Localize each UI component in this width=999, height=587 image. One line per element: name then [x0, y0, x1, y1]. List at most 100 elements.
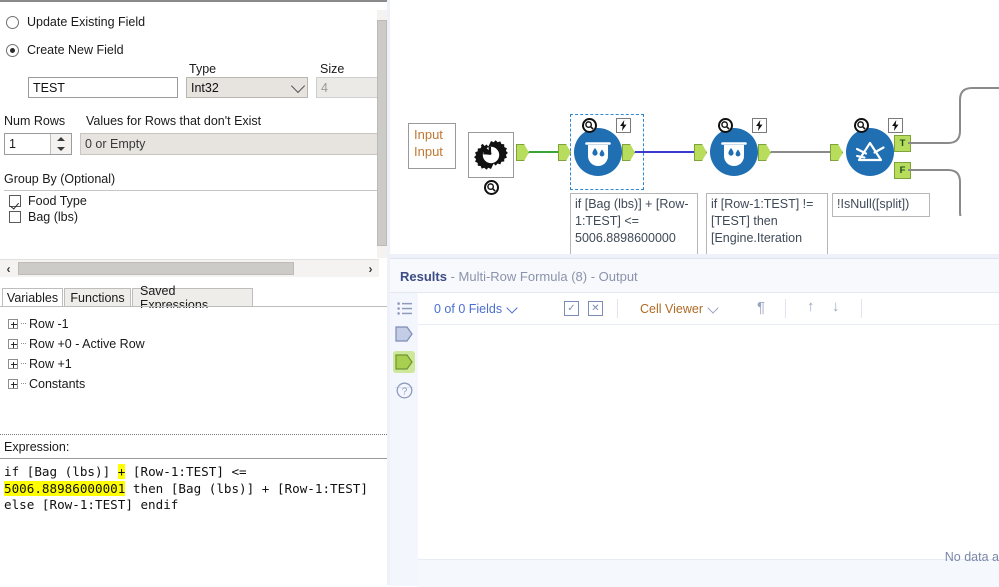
input-label-box[interactable]: Input Input [408, 123, 456, 169]
config-vertical-scrollbar-thumb[interactable] [377, 20, 387, 246]
size-value: 4 [321, 80, 328, 95]
spin-up-button[interactable] [51, 134, 71, 144]
size-input: 4 [316, 77, 378, 98]
filter-node[interactable] [846, 128, 894, 176]
expand-plus-icon[interactable] [8, 319, 18, 329]
formula2-output-anchor[interactable] [758, 144, 771, 161]
chevron-down-icon [506, 301, 518, 314]
filter-output-wires [908, 87, 999, 216]
tree-item-label: Row +1 [29, 357, 72, 371]
magnifier-icon [721, 121, 730, 130]
tab-functions[interactable]: Functions [64, 288, 131, 307]
macro-tool-icon[interactable] [468, 132, 514, 178]
group-by-item-food-type[interactable]: Food Type [4, 193, 379, 209]
deselect-all-fields-button[interactable]: ✕ [588, 301, 603, 316]
rail-item-output-anchor[interactable] [393, 351, 415, 373]
num-rows-spin-buttons[interactable] [50, 134, 71, 154]
lightning-icon [756, 120, 763, 131]
move-up-button[interactable]: ↑ [807, 299, 815, 314]
arrow-down-icon: ↓ [832, 298, 840, 315]
results-title: Results - Multi-Row Formula (8) - Output [400, 269, 638, 284]
tree-item-constants[interactable]: Constants [8, 377, 85, 391]
rail-item-input-anchor[interactable] [393, 323, 415, 345]
config-top-section: Update Existing Field Create New Field T… [0, 0, 387, 260]
checkbox-icon [9, 195, 21, 207]
formula2-annotation: if [Row-1:TEST] != [TEST] then [Engine.I… [706, 193, 828, 255]
results-grid[interactable] [418, 325, 999, 586]
tab-saved-expressions[interactable]: Saved Expressions [132, 284, 253, 312]
filter-input-anchor[interactable] [830, 144, 843, 161]
type-dropdown[interactable]: Int32 [186, 77, 308, 98]
group-by-listbox[interactable]: Food Type Bag (lbs) [4, 190, 379, 256]
magnifier-icon [585, 121, 594, 130]
results-footer [418, 559, 999, 587]
results-rail: ? [390, 293, 418, 586]
tab-label: Functions [70, 290, 125, 305]
formula1-lightning-badge [616, 118, 631, 133]
chevron-down-icon [290, 78, 306, 93]
radio-update-existing-label: Update Existing Field [27, 15, 146, 29]
tree-connector [21, 323, 26, 325]
horizontal-scrollbar-thumb[interactable] [18, 262, 294, 275]
triangle-up-icon [57, 137, 65, 141]
cell-viewer-dropdown[interactable]: Cell Viewer [640, 301, 719, 316]
wire-macro-to-formula1[interactable] [529, 151, 559, 153]
results-panel: Results - Multi-Row Formula (8) - Output [390, 258, 999, 587]
magnifier-icon [857, 121, 866, 130]
wire-formula2-to-filter[interactable] [771, 151, 831, 153]
scroll-left-icon[interactable]: ‹ [0, 260, 17, 278]
filter-lightning-badge [888, 118, 903, 133]
rail-item-list[interactable] [393, 297, 415, 319]
field-name-input[interactable]: TEST [28, 77, 178, 98]
tab-variables[interactable]: Variables [2, 288, 63, 307]
fields-selector-dropdown[interactable]: 0 of 0 Fields [434, 301, 518, 316]
toolbar-separator-2 [785, 299, 786, 318]
expression-editor[interactable]: if [Bag (lbs)] + [Row-1:TEST] <= 5006.88… [0, 461, 387, 585]
tab-underline [0, 306, 387, 307]
move-down-button[interactable]: ↓ [832, 299, 840, 314]
macro-tool-q-badge [484, 180, 499, 195]
show-whitespace-button[interactable]: ¶ [757, 299, 765, 316]
macro-output-anchor[interactable] [516, 144, 529, 161]
formula2-input-anchor[interactable] [694, 144, 707, 161]
lightning-icon [620, 120, 627, 131]
num-rows-stepper[interactable]: 1 [4, 133, 72, 155]
expand-plus-icon[interactable] [8, 379, 18, 389]
multi-row-formula-node-1[interactable] [574, 128, 622, 176]
deselect-all-icon: ✕ [588, 301, 603, 316]
expand-plus-icon[interactable] [8, 339, 18, 349]
tree-item-row-minus-1[interactable]: Row -1 [8, 317, 69, 331]
list-icon [396, 301, 412, 315]
config-horizontal-scrollbar[interactable]: ‹ › [0, 259, 379, 277]
values-for-rows-label: Values for Rows that don't Exist [86, 114, 262, 128]
filter-q-badge [854, 118, 869, 133]
help-circle-icon: ? [396, 382, 412, 398]
group-by-item-bag-lbs[interactable]: Bag (lbs) [4, 209, 379, 225]
workflow-canvas[interactable]: Input Input if [Bag (lbs)] + [Row-1:TEST… [390, 0, 999, 258]
radio-update-existing-field[interactable]: Update Existing Field [6, 15, 145, 29]
expression-tabs: Variables Functions Saved Expressions [0, 284, 387, 312]
formula1-annotation: if [Bag (lbs)] + [Row-1:TEST] <= 5006.88… [570, 193, 698, 255]
filter-false-label: F [899, 165, 906, 176]
values-for-rows-input[interactable]: 0 or Empty [80, 133, 379, 155]
scroll-right-icon[interactable]: › [362, 260, 379, 278]
tree-connector [21, 343, 26, 345]
tree-connector [21, 363, 26, 365]
results-title-subtitle: - Multi-Row Formula (8) - Output [446, 269, 638, 284]
expand-plus-icon[interactable] [8, 359, 18, 369]
tree-item-row-plus-0-active[interactable]: Row +0 - Active Row [8, 337, 145, 351]
wire-formula1-to-formula2[interactable] [635, 151, 695, 153]
radio-icon [6, 43, 19, 57]
rail-item-help[interactable]: ? [393, 379, 415, 401]
spin-down-button[interactable] [51, 144, 71, 154]
formula2-lightning-badge [752, 118, 767, 133]
multi-row-formula-node-2[interactable] [710, 128, 758, 176]
type-label: Type [189, 62, 217, 76]
tree-item-label: Row -1 [29, 317, 69, 331]
select-all-fields-button[interactable]: ✓ [564, 301, 579, 316]
alteryx-window: Update Existing Field Create New Field T… [0, 0, 999, 587]
expression-highlight-number: 5006.88986000001 [4, 480, 126, 496]
radio-create-new-field[interactable]: Create New Field [6, 43, 124, 57]
variables-tree: Row -1 Row +0 - Active Row Row +1 Consta… [0, 308, 387, 430]
tree-item-row-plus-1[interactable]: Row +1 [8, 357, 72, 371]
